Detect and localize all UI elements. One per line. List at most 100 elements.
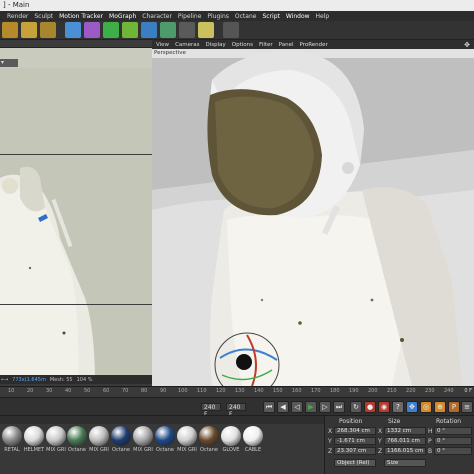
reference-view-panel[interactable]: ▾: [0, 40, 152, 384]
timeline-ruler[interactable]: 10 20 30 40 50 60 70 80 90 100 110 120 1…: [0, 386, 474, 397]
render-settings-icon[interactable]: [40, 22, 56, 38]
material-swatch[interactable]: Octane: [199, 426, 219, 462]
viewport-menu-view[interactable]: View: [156, 42, 169, 48]
menu-mograph[interactable]: MoGraph: [109, 13, 136, 20]
viewport-menu-filter[interactable]: Filter: [259, 42, 273, 48]
array-generator-icon[interactable]: [122, 22, 138, 38]
viewport-render: [152, 40, 474, 386]
material-preview: [24, 426, 44, 446]
zoom-readout: 104 %: [76, 376, 93, 383]
menu-plugins[interactable]: Plugins: [207, 13, 229, 20]
coordinate-mode-select[interactable]: Object (Rel): [334, 459, 376, 467]
ruler-indicator: ⟷: [1, 376, 9, 383]
viewport-menu-cameras[interactable]: Cameras: [175, 42, 199, 48]
material-label: Octane: [112, 447, 130, 453]
previous-key-icon[interactable]: ◀: [277, 401, 289, 413]
rotation-p-field[interactable]: 0 °: [434, 437, 472, 445]
axis-label: Z: [378, 448, 383, 455]
menu-octane[interactable]: Octane: [235, 13, 257, 20]
material-manager-menubar: [0, 416, 324, 424]
menu-character[interactable]: Character: [142, 13, 172, 20]
timeline-tick: 190: [349, 388, 359, 394]
material-swatch[interactable]: MIX GRI: [89, 426, 109, 462]
timeline-tick: 230: [425, 388, 435, 394]
coordinates-manager: Position Size Rotation X 268.304 cm X 13…: [324, 415, 474, 474]
material-swatch[interactable]: Octane: [155, 426, 175, 462]
light-icon[interactable]: [198, 22, 214, 38]
material-preview: [46, 426, 66, 446]
viewport-menu-panel[interactable]: Panel: [279, 42, 294, 48]
material-swatch[interactable]: Octane: [67, 426, 87, 462]
reference-view-dropdown[interactable]: ▾: [0, 59, 18, 67]
cube-object-icon[interactable]: [65, 22, 81, 38]
menu-script[interactable]: Script: [262, 13, 279, 20]
material-manager: RETAL HELMET MIX GRI Octane MIX GRI Octa…: [0, 415, 324, 474]
rotation-b-field[interactable]: 0 °: [434, 447, 472, 455]
axis-label: Z: [328, 448, 333, 455]
position-x-field[interactable]: 268.304 cm: [334, 427, 376, 435]
material-swatch[interactable]: RETAL: [2, 426, 22, 462]
timeline-menu-icon[interactable]: ≡: [461, 401, 473, 413]
position-z-field[interactable]: 23.307 cm: [334, 447, 376, 455]
record-icon[interactable]: ●: [364, 401, 376, 413]
param-key-icon[interactable]: P: [448, 401, 460, 413]
render-picture-viewer-icon[interactable]: [21, 22, 37, 38]
camera-icon[interactable]: [179, 22, 195, 38]
material-swatch[interactable]: MIX GRI: [46, 426, 66, 462]
material-preview: [221, 426, 241, 446]
material-swatch[interactable]: MIX GRI: [177, 426, 197, 462]
material-swatch[interactable]: MIX GRI: [133, 426, 153, 462]
material-preview: [243, 426, 263, 446]
end-frame-field[interactable]: 240 F: [226, 403, 246, 418]
size-x-field[interactable]: 1332 cm: [384, 427, 426, 435]
main-toolbar: [0, 21, 474, 40]
size-mode-select[interactable]: Size: [384, 459, 426, 467]
scale-key-icon[interactable]: ⊕: [434, 401, 446, 413]
position-y-field[interactable]: -1.671 cm: [334, 437, 376, 445]
viewport-menu-prorender[interactable]: ProRender: [300, 42, 328, 48]
timeline-tick: 70: [122, 388, 129, 394]
viewport-menu-options[interactable]: Options: [232, 42, 253, 48]
loop-icon[interactable]: ↻: [350, 401, 362, 413]
step-forward-icon[interactable]: ▷: [319, 401, 331, 413]
material-label: CABLE: [244, 447, 262, 453]
autokey-icon[interactable]: ◉: [378, 401, 390, 413]
material-label: Octane: [156, 447, 174, 453]
rotation-h-field[interactable]: 0 °: [434, 427, 472, 435]
viewport-navigation-icon[interactable]: ✥: [464, 41, 470, 49]
viewport-menu-display[interactable]: Display: [206, 42, 226, 48]
menu-pipeline[interactable]: Pipeline: [178, 13, 201, 20]
play-icon[interactable]: ▶: [305, 401, 317, 413]
environment-icon[interactable]: [160, 22, 176, 38]
menu-sculpt[interactable]: Sculpt: [34, 13, 53, 20]
timeline-tick: 60: [103, 388, 110, 394]
spline-pen-icon[interactable]: [84, 22, 100, 38]
step-back-icon[interactable]: ◁: [291, 401, 303, 413]
menu-help[interactable]: Help: [316, 13, 330, 20]
perspective-viewport[interactable]: View Cameras Display Options Filter Pane…: [152, 40, 474, 386]
go-to-end-icon[interactable]: ⏭: [333, 401, 345, 413]
go-to-start-icon[interactable]: ⏮: [263, 401, 275, 413]
size-y-field[interactable]: 766.011 cm: [384, 437, 426, 445]
rotate-key-icon[interactable]: ◎: [420, 401, 432, 413]
material-swatch[interactable]: GLOVE: [221, 426, 241, 462]
axis-label: B: [428, 448, 433, 455]
current-frame-field[interactable]: 240 F: [201, 403, 221, 418]
move-key-icon[interactable]: ✥: [406, 401, 418, 413]
menu-motion-tracker[interactable]: Motion Tracker: [59, 13, 103, 20]
size-z-field[interactable]: 1166.015 cm: [384, 447, 426, 455]
menu-render[interactable]: Render: [7, 13, 28, 20]
menu-window[interactable]: Window: [286, 13, 310, 20]
timeline-tick: 160: [292, 388, 302, 394]
layout-icon[interactable]: [223, 22, 239, 38]
window-title-bar: ] - Main: [0, 0, 474, 11]
subdivision-surface-icon[interactable]: [103, 22, 119, 38]
render-view-icon[interactable]: [2, 22, 18, 38]
material-swatch[interactable]: HELMET: [24, 426, 44, 462]
keyframe-selection-icon[interactable]: ?: [392, 401, 404, 413]
material-swatch[interactable]: Octane: [111, 426, 131, 462]
timeline-tick: 180: [330, 388, 340, 394]
material-swatch[interactable]: CABLE: [243, 426, 263, 462]
deformer-icon[interactable]: [141, 22, 157, 38]
material-label: MIX GRI: [177, 447, 197, 453]
